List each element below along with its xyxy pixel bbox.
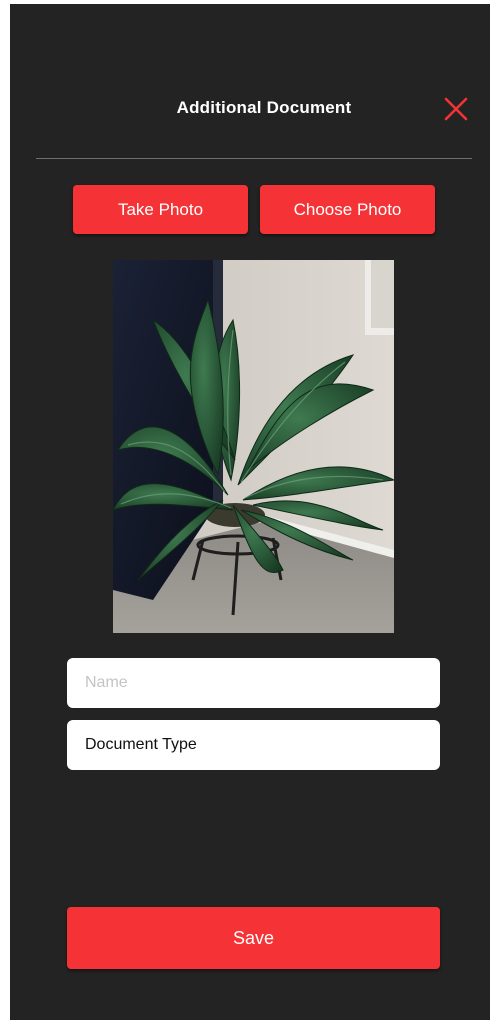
save-button[interactable]: Save <box>67 907 440 969</box>
document-type-label: Document Type <box>85 736 197 753</box>
modal-screen: Additional Document Take Photo Choose Ph… <box>10 4 490 1020</box>
take-photo-button[interactable]: Take Photo <box>73 185 248 234</box>
close-icon-graphic <box>444 97 468 121</box>
plant-photo-image <box>113 260 394 633</box>
choose-photo-button[interactable]: Choose Photo <box>260 185 435 234</box>
name-input[interactable] <box>67 658 440 708</box>
header-divider <box>36 158 472 159</box>
page-title: Additional Document <box>176 98 352 117</box>
close-icon[interactable] <box>442 95 470 123</box>
document-type-select[interactable]: Document Type <box>67 720 440 770</box>
document-photo-preview <box>113 260 394 633</box>
